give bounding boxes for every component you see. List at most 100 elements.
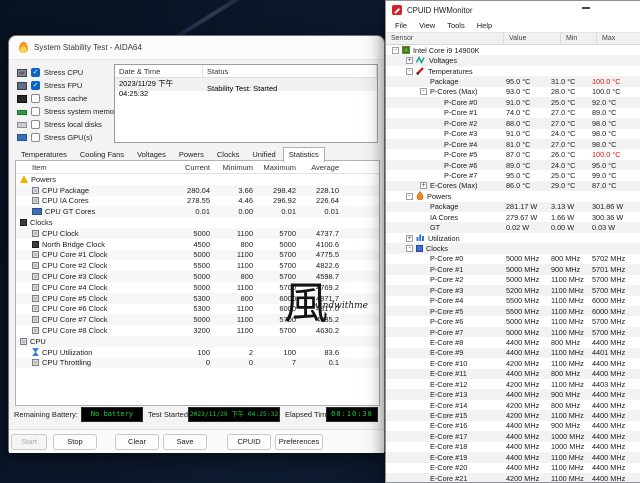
collapse-icon[interactable]: - [420,88,427,95]
sensor-row[interactable]: P-Core #65000 MHz1100 MHz5700 MHz [386,316,640,326]
sensor-row[interactable]: +Utilization [386,233,640,243]
stress-checkbox[interactable] [31,81,40,90]
sensor-row[interactable]: P-Core #15000 MHz900 MHz5701 MHz [386,264,640,274]
menu-help[interactable]: Help [472,21,497,30]
stress-checkbox[interactable] [31,120,40,129]
sensor-row[interactable]: P-Core #481.0 °C27.0 °C98.0 °C [386,139,640,149]
sensor-row[interactable]: -P-Cores (Max)93.0 °C28.0 °C100.0 °C [386,87,640,97]
sensor-row[interactable]: E-Core #84400 MHz800 MHz4400 MHz [386,337,640,347]
sensor-row[interactable]: E-Core #164400 MHz900 MHz4400 MHz [386,421,640,431]
cpuid-button[interactable]: CPUID [227,434,271,450]
sensor-row[interactable]: -Temperatures [386,66,640,76]
sensor-row[interactable]: E-Core #94400 MHz1100 MHz4401 MHz [386,348,640,358]
sensor-row[interactable]: P-Core #45500 MHz1100 MHz6000 MHz [386,296,640,306]
stat-row[interactable]: Clocks [16,217,379,228]
sensor-row[interactable]: E-Core #184400 MHz1000 MHz4400 MHz [386,442,640,452]
cpu-icon [17,69,27,77]
sensor-row[interactable]: E-Core #104200 MHz1100 MHz4400 MHz [386,358,640,368]
sensor-row[interactable]: P-Core #174.0 °C27.0 °C89.0 °C [386,108,640,118]
sensor-row[interactable]: P-Core #391.0 °C24.0 °C98.0 °C [386,129,640,139]
menu-tools[interactable]: Tools [442,21,470,30]
log-entry-status: Stability Test: Started [203,84,377,93]
stat-row[interactable]: CPU Utilization100210083.6 [16,347,379,358]
sensor-row[interactable]: IA Cores279.67 W1.66 W300.36 W [386,212,640,222]
tab-statistics[interactable]: Statistics [283,147,325,162]
stat-row[interactable]: CPU IA Cores278.554.46296.92226.64 [16,196,379,207]
stress-checkbox[interactable] [31,94,40,103]
sensor-row[interactable]: E-Core #174400 MHz1000 MHz4400 MHz [386,431,640,441]
stat-row[interactable]: CPU Core #4 Clock5000110057004769.2 [16,282,379,293]
sensor-label: P-Core #5 [444,150,477,159]
sensor-row[interactable]: +E-Cores (Max)86.0 °C29.0 °C87.0 °C [386,181,640,191]
sensor-row[interactable]: P-Core #25000 MHz1100 MHz5700 MHz [386,275,640,285]
sensor-row[interactable]: E-Core #154200 MHz1100 MHz4400 MHz [386,410,640,420]
stat-row[interactable]: CPU GT Cores0.010.000.010.01 [16,206,379,217]
stat-value: 4630.2 [296,326,339,335]
sensor-row[interactable]: E-Core #124200 MHz1100 MHz4403 MHz [386,379,640,389]
sensor-row[interactable]: P-Core #05000 MHz800 MHz5702 MHz [386,254,640,264]
sensor-row[interactable]: P-Core #689.0 °C24.0 °C95.0 °C [386,160,640,170]
statistics-table[interactable]: Item Current Minimum Maximum Average Pow… [15,160,380,406]
stat-item-cell: Clocks [16,218,166,227]
sensor-row[interactable]: P-Core #75000 MHz1100 MHz5700 MHz [386,327,640,337]
sensor-row[interactable]: -Powers [386,191,640,201]
sensor-row[interactable]: E-Core #134400 MHz900 MHz4400 MHz [386,389,640,399]
stat-row[interactable]: CPU Core #8 Clock3200110057004630.2 [16,325,379,336]
expand-icon[interactable]: + [420,182,427,189]
stress-checkbox[interactable] [31,133,40,142]
sensor-row[interactable]: E-Core #214200 MHz1100 MHz4400 MHz [386,473,640,482]
menu-file[interactable]: File [390,21,412,30]
sensor-row[interactable]: E-Core #194400 MHz1100 MHz4400 MHz [386,452,640,462]
sensor-row[interactable]: P-Core #091.0 °C25.0 °C92.0 °C [386,97,640,107]
test-log-list[interactable]: Date & Time Status 2023/11/29 下午 04:25:3… [114,64,378,143]
sensor-row[interactable]: -Clocks [386,243,640,253]
stat-row[interactable]: CPU Package280.043.66298.42228.10 [16,185,379,196]
minimize-icon[interactable] [582,7,590,9]
collapse-icon[interactable]: - [406,245,413,252]
sensor-min: 1100 MHz [549,348,590,357]
sensor-row[interactable]: P-Core #795.0 °C25.0 °C99.0 °C [386,170,640,180]
hwmonitor-titlebar[interactable]: CPUID HWMonitor [386,1,640,19]
sensor-row[interactable]: Package95.0 °C31.0 °C100.0 °C [386,76,640,86]
sensor-max: 4400 MHz [590,432,640,441]
sensor-row[interactable]: P-Core #55500 MHz1100 MHz6000 MHz [386,306,640,316]
stat-row[interactable]: CPU Core #7 Clock5000110057004635.2 [16,314,379,325]
log-entry-row[interactable]: 2023/11/29 下午 04:25:32 Stability Test: S… [115,78,377,91]
stress-option-row: Stress system memory [17,105,120,118]
aida64-titlebar[interactable]: System Stability Test - AIDA64 [9,36,384,60]
sensor-value: 4400 MHz [504,432,549,441]
stat-row[interactable]: CPU [16,336,379,347]
expand-icon[interactable]: + [406,57,413,64]
stress-checkbox[interactable] [31,107,40,116]
menu-view[interactable]: View [414,21,440,30]
sensor-row[interactable]: E-Core #204400 MHz1100 MHz4400 MHz [386,463,640,473]
stat-row[interactable]: CPU Core #3 Clock500080057004598.7 [16,271,379,282]
collapse-icon[interactable]: - [392,47,399,54]
stat-row[interactable]: Powers [16,174,379,185]
sensor-row[interactable]: -Intel Core i9 14900K [386,45,640,55]
preferences-button[interactable]: Preferences [275,434,323,450]
stat-row[interactable]: CPU Clock5000110057004737.7 [16,228,379,239]
collapse-icon[interactable]: - [406,193,413,200]
clear-button[interactable]: Clear [115,434,159,450]
sensor-row[interactable]: P-Core #35200 MHz1100 MHz5700 MHz [386,285,640,295]
stat-row[interactable]: North Bridge Clock450080050004100.6 [16,239,379,250]
stat-row[interactable]: CPU Core #5 Clock530080060004871.7 [16,293,379,304]
stat-row[interactable]: CPU Core #1 Clock5000110057004775.5 [16,250,379,261]
sensor-name-cell: +Utilization [386,233,504,243]
expand-icon[interactable]: + [406,235,413,242]
stop-button[interactable]: Stop [53,434,97,450]
save-button[interactable]: Save [163,434,207,450]
sensor-row[interactable]: +Voltages [386,55,640,65]
stat-row[interactable]: CPU Core #6 Clock5300110060004817.0 [16,304,379,315]
stat-row[interactable]: CPU Core #2 Clock5500110057004822.6 [16,260,379,271]
sensor-row[interactable]: P-Core #288.0 °C27.0 °C98.0 °C [386,118,640,128]
sensor-row[interactable]: Package281.17 W3.13 W301.86 W [386,202,640,212]
sensor-row[interactable]: E-Core #114400 MHz800 MHz4400 MHz [386,369,640,379]
sensor-row[interactable]: E-Core #144200 MHz800 MHz4400 MHz [386,400,640,410]
stress-checkbox[interactable] [31,68,40,77]
stat-row[interactable]: CPU Throttling0070.1 [16,358,379,369]
collapse-icon[interactable]: - [406,68,413,75]
sensor-row[interactable]: P-Core #587.0 °C26.0 °C100.0 °C [386,149,640,159]
sensor-row[interactable]: GT0.02 W0.00 W0.03 W [386,222,640,232]
